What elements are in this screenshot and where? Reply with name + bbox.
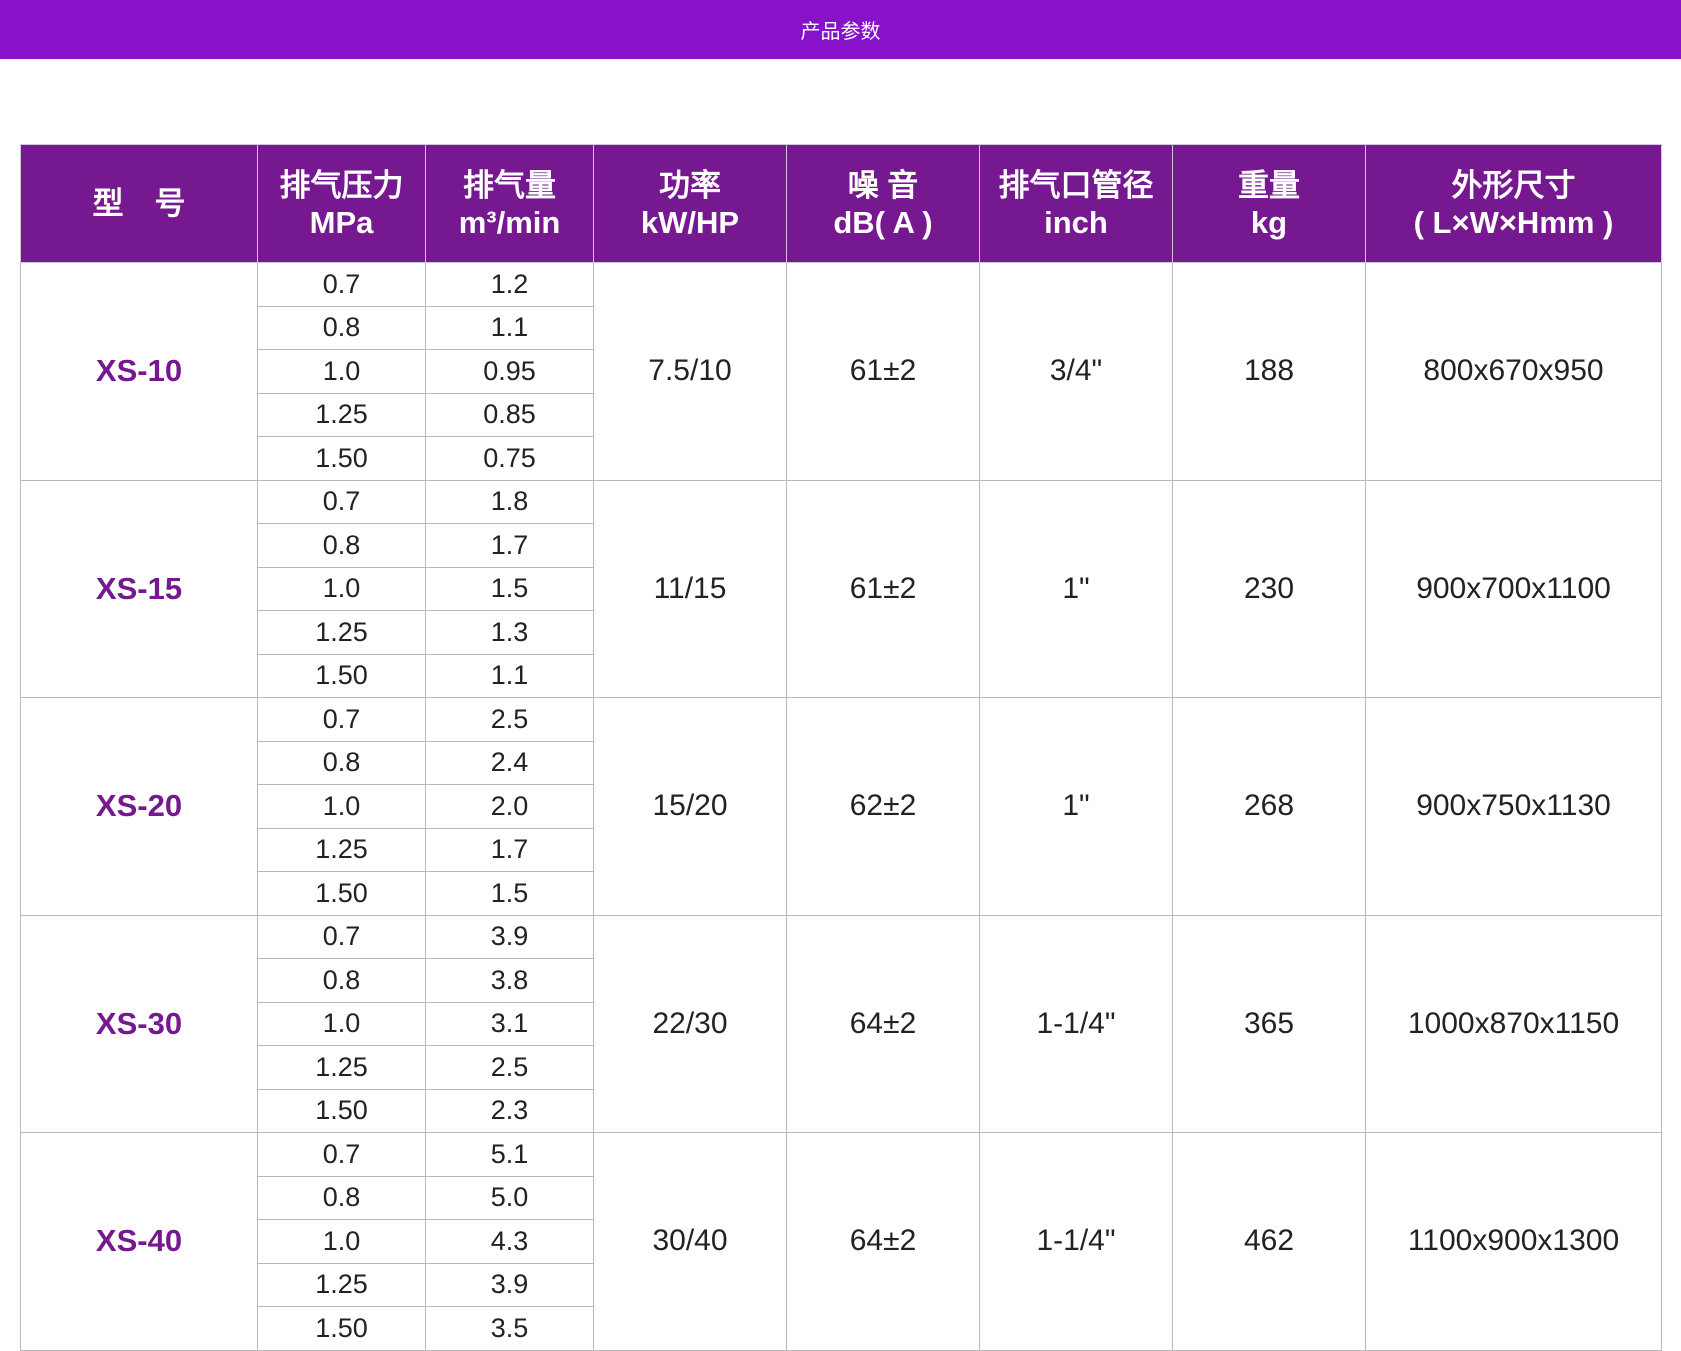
power-cell: 22/30: [593, 914, 787, 1133]
top-banner: 产品参数: [0, 0, 1681, 59]
table-row: XS-20 0.7 2.5 15/20 62±2 1" 268 900x750x1130: [20, 697, 1662, 916]
outlet-cell: 1": [979, 479, 1173, 698]
pressure-cell: 0.7: [257, 1132, 426, 1177]
weight-cell: 365: [1172, 914, 1366, 1133]
pressure-cell: 0.7: [257, 479, 426, 524]
noise-cell: 64±2: [786, 914, 980, 1133]
flow-cell: 1.7: [425, 523, 594, 568]
column-header-power: 功率 kW/HP: [593, 144, 787, 263]
power-cell: 11/15: [593, 479, 787, 698]
flow-cell: 5.0: [425, 1175, 594, 1220]
flow-cell: 3.1: [425, 1001, 594, 1046]
flow-cell: 2.4: [425, 740, 594, 785]
pressure-cell: 1.0: [257, 1219, 426, 1264]
pressure-cell: 1.25: [257, 827, 426, 872]
model-cell: XS-20: [20, 697, 258, 916]
flow-cell: 1.5: [425, 566, 594, 611]
column-header-noise: 噪 音 dB( A ): [786, 144, 980, 263]
banner-title: 产品参数: [800, 21, 881, 43]
dimensions-cell: 900x700x1100: [1365, 479, 1662, 698]
table-header-row: 型 号 排气压力 MPa 排气量 m³/min 功率 kW/HP 噪 音 dB(…: [20, 144, 1662, 263]
flow-cell: 1.1: [425, 653, 594, 698]
flow-cell: 3.9: [425, 914, 594, 959]
outlet-cell: 1-1/4": [979, 1132, 1173, 1351]
pressure-cell: 1.50: [257, 1306, 426, 1351]
table-row: XS-40 0.7 5.1 30/40 64±2 1-1/4" 462 1100x900x13…: [20, 1132, 1662, 1351]
pressure-cell: 0.8: [257, 958, 426, 1003]
flow-cell: 2.5: [425, 697, 594, 742]
table-row: XS-15 0.7 1.8 11/15 61±2 1" 230 900x700x1100: [20, 479, 1662, 698]
table-body: XS-10 0.7 1.2 7.5/10 61±2 3/4" 188 800x670x950 0…: [20, 262, 1662, 1351]
pressure-cell: 1.0: [257, 1001, 426, 1046]
pressure-cell: 1.0: [257, 784, 426, 829]
flow-cell: 3.9: [425, 1262, 594, 1307]
column-header-model: 型 号: [20, 144, 258, 263]
noise-cell: 61±2: [786, 262, 980, 481]
flow-cell: 2.5: [425, 1045, 594, 1090]
pressure-cell: 0.7: [257, 914, 426, 959]
model-cell: XS-30: [20, 914, 258, 1133]
dimensions-cell: 800x670x950: [1365, 262, 1662, 481]
pressure-cell: 1.25: [257, 392, 426, 437]
pressure-cell: 1.50: [257, 1088, 426, 1133]
pressure-cell: 0.7: [257, 697, 426, 742]
outlet-cell: 1": [979, 697, 1173, 916]
noise-cell: 64±2: [786, 1132, 980, 1351]
flow-cell: 3.8: [425, 958, 594, 1003]
weight-cell: 230: [1172, 479, 1366, 698]
flow-cell: 1.1: [425, 305, 594, 350]
column-header-flow: 排气量 m³/min: [425, 144, 594, 263]
flow-cell: 4.3: [425, 1219, 594, 1264]
product-spec-table: 型 号 排气压力 MPa 排气量 m³/min 功率 kW/HP 噪 音 dB(…: [20, 144, 1662, 1351]
model-cell: XS-10: [20, 262, 258, 481]
model-cell: XS-15: [20, 479, 258, 698]
pressure-cell: 0.8: [257, 523, 426, 568]
pressure-cell: 0.8: [257, 305, 426, 350]
noise-cell: 62±2: [786, 697, 980, 916]
weight-cell: 188: [1172, 262, 1366, 481]
pressure-cell: 0.7: [257, 262, 426, 307]
weight-cell: 462: [1172, 1132, 1366, 1351]
flow-cell: 1.5: [425, 871, 594, 916]
outlet-cell: 1-1/4": [979, 914, 1173, 1133]
flow-cell: 0.85: [425, 392, 594, 437]
dimensions-cell: 1000x870x1150: [1365, 914, 1662, 1133]
pressure-cell: 1.0: [257, 349, 426, 394]
flow-cell: 1.7: [425, 827, 594, 872]
flow-cell: 5.1: [425, 1132, 594, 1177]
pressure-cell: 1.25: [257, 1045, 426, 1090]
flow-cell: 1.8: [425, 479, 594, 524]
flow-cell: 0.75: [425, 436, 594, 481]
pressure-cell: 0.8: [257, 1175, 426, 1220]
column-header-dimensions: 外形尺寸 ( L×W×Hmm ): [1365, 144, 1662, 263]
pressure-cell: 1.0: [257, 566, 426, 611]
column-header-weight: 重量 kg: [1172, 144, 1366, 263]
model-cell: XS-40: [20, 1132, 258, 1351]
outlet-cell: 3/4": [979, 262, 1173, 481]
pressure-cell: 1.50: [257, 871, 426, 916]
pressure-cell: 1.25: [257, 1262, 426, 1307]
weight-cell: 268: [1172, 697, 1366, 916]
table-row: XS-30 0.7 3.9 22/30 64±2 1-1/4" 365 1000x870x11…: [20, 914, 1662, 1133]
power-cell: 30/40: [593, 1132, 787, 1351]
pressure-cell: 1.50: [257, 436, 426, 481]
table-row: XS-10 0.7 1.2 7.5/10 61±2 3/4" 188 800x670x950: [20, 262, 1662, 481]
power-cell: 15/20: [593, 697, 787, 916]
flow-cell: 2.0: [425, 784, 594, 829]
flow-cell: 2.3: [425, 1088, 594, 1133]
pressure-cell: 0.8: [257, 740, 426, 785]
dimensions-cell: 1100x900x1300: [1365, 1132, 1662, 1351]
flow-cell: 3.5: [425, 1306, 594, 1351]
flow-cell: 0.95: [425, 349, 594, 394]
flow-cell: 1.3: [425, 610, 594, 655]
column-header-pressure: 排气压力 MPa: [257, 144, 426, 263]
pressure-cell: 1.25: [257, 610, 426, 655]
pressure-cell: 1.50: [257, 653, 426, 698]
noise-cell: 61±2: [786, 479, 980, 698]
column-header-outlet: 排气口管径 inch: [979, 144, 1173, 263]
flow-cell: 1.2: [425, 262, 594, 307]
power-cell: 7.5/10: [593, 262, 787, 481]
dimensions-cell: 900x750x1130: [1365, 697, 1662, 916]
